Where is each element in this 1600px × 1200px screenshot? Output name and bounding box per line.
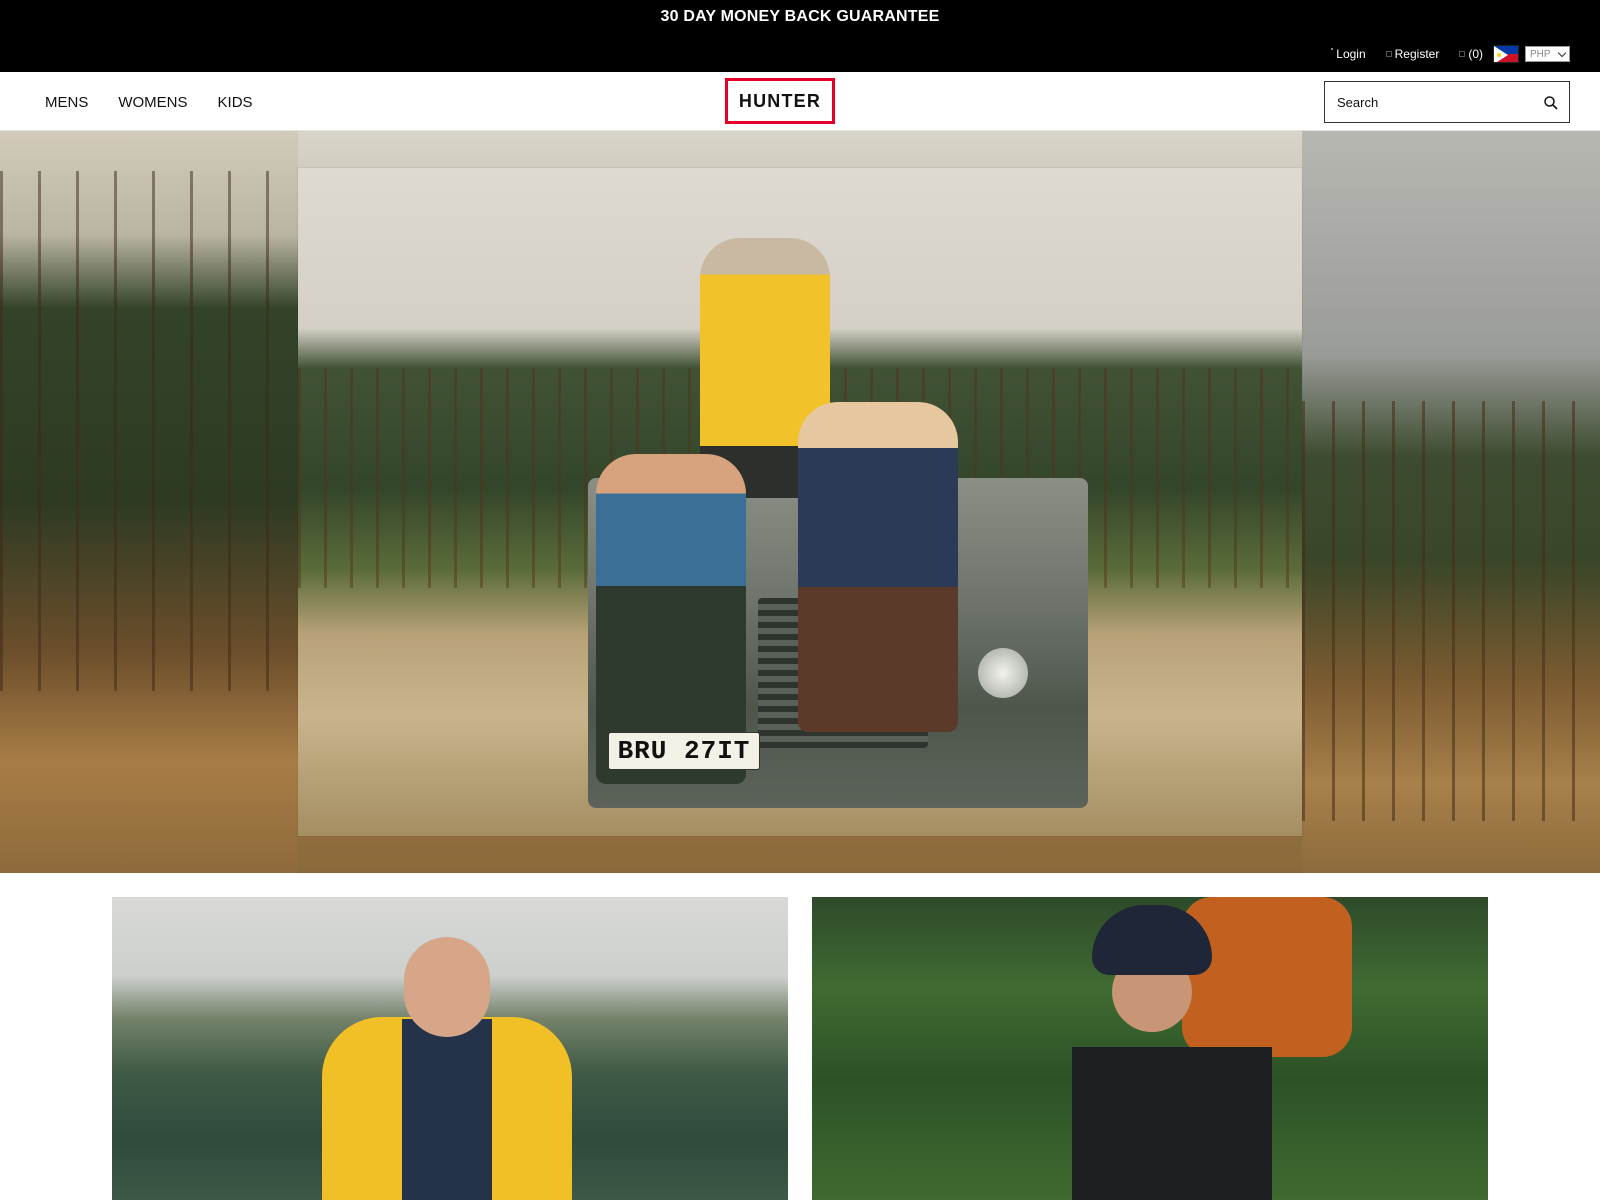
cart-link[interactable]: (0) — [1459, 47, 1483, 61]
logo-text: HUNTER — [738, 90, 822, 111]
account-links: Login Register (0) PHP — [1311, 44, 1570, 64]
user-icon — [1331, 48, 1334, 50]
womens-promo-tile[interactable] — [812, 897, 1488, 1200]
model-navy-fleece — [798, 402, 958, 732]
top-bar: 30 DAY MONEY BACK GUARANTEE Login Regist… — [0, 0, 1600, 72]
license-plate: BRU 27IT — [608, 732, 760, 770]
login-label: Login — [1336, 47, 1366, 61]
search-box — [1324, 81, 1570, 123]
currency-select[interactable]: PHP — [1525, 46, 1570, 62]
hunter-logo[interactable]: HUNTER — [725, 78, 835, 124]
nav-item-womens[interactable]: WOMENS — [118, 94, 187, 111]
couple-piggyback-image — [1052, 897, 1352, 1200]
search-input[interactable] — [1325, 94, 1525, 110]
cart-count: (0) — [1468, 47, 1483, 61]
mens-promo-tile[interactable] — [112, 897, 788, 1200]
hero-photo — [298, 168, 1302, 836]
chevron-down-icon — [1557, 48, 1567, 58]
nav-item-kids[interactable]: KIDS — [218, 94, 253, 111]
register-label: Register — [1394, 47, 1440, 61]
philippines-flag-icon[interactable] — [1493, 45, 1519, 63]
currency-value: PHP — [1530, 48, 1551, 60]
register-link[interactable]: Register — [1385, 47, 1440, 61]
search-icon[interactable] — [1543, 95, 1559, 111]
site-header: MENS WOMENS KIDS HUNTER — [0, 72, 1600, 131]
hero-banner[interactable]: BRU 27IT — [0, 131, 1600, 873]
cart-icon — [1459, 51, 1466, 57]
money-back-guarantee-text: 30 DAY MONEY BACK GUARANTEE — [660, 8, 940, 25]
login-link[interactable]: Login — [1331, 47, 1366, 61]
register-icon — [1385, 51, 1392, 57]
main-nav: MENS WOMENS KIDS — [45, 94, 253, 111]
nav-item-mens[interactable]: MENS — [45, 94, 88, 111]
model-yellow-raincoat — [322, 937, 572, 1200]
